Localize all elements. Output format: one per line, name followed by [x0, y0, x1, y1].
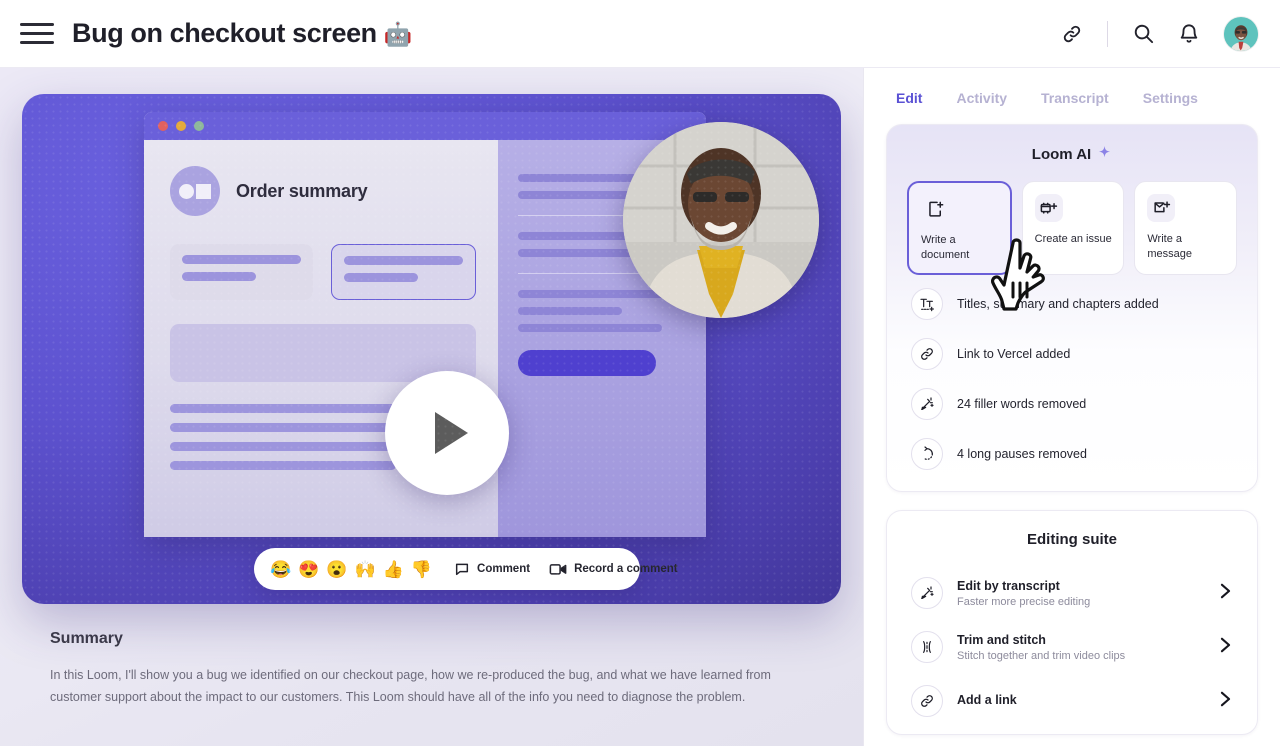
chevron-right-icon	[1220, 637, 1235, 657]
reaction-emoji[interactable]: 🙌	[353, 561, 378, 578]
window-dot-green	[194, 121, 204, 131]
ai-result-label: 4 long pauses removed	[957, 447, 1087, 461]
sparkle-icon	[1097, 145, 1112, 163]
top-bar-actions	[1051, 13, 1258, 55]
chevron-right-icon	[1220, 583, 1235, 603]
document-plus-icon	[921, 195, 949, 223]
refresh-icon	[911, 438, 943, 470]
add-a-link-row[interactable]: Add a link	[907, 674, 1237, 728]
video-camera-icon	[549, 564, 567, 575]
main-split: Order summary 😂 😍 😮 🙌 👍 👎 Comment Record…	[0, 68, 1280, 746]
sidebar-tabs: Edit Activity Transcript Settings	[886, 68, 1258, 124]
trim-and-stitch-text: Trim and stitch Stitch together and trim…	[957, 633, 1206, 662]
bell-icon[interactable]	[1168, 13, 1210, 55]
trim-icon	[911, 631, 943, 663]
top-bar: Bug on checkout screen 🤖	[0, 0, 1280, 68]
text-format-icon	[911, 288, 943, 320]
ai-results-list: Titles, summary and chapters added Link …	[907, 275, 1237, 479]
summary-section: Summary In this Loom, I'll show you a bu…	[22, 604, 841, 708]
loom-ai-title: Loom AI	[907, 145, 1237, 163]
ai-result-titles-summary[interactable]: Titles, summary and chapters added	[907, 279, 1237, 329]
loom-ai-title-text: Loom AI	[1031, 145, 1092, 163]
suite-item-title: Trim and stitch	[957, 632, 1046, 647]
tab-transcript[interactable]: Transcript	[1041, 90, 1109, 106]
ai-result-long-pauses[interactable]: 4 long pauses removed	[907, 429, 1237, 479]
write-a-document-label: Write a document	[921, 234, 970, 261]
create-an-issue-card[interactable]: Create an issue	[1021, 181, 1125, 275]
robot-emoji: 🤖	[383, 21, 413, 47]
tab-activity[interactable]: Activity	[956, 90, 1007, 106]
search-icon[interactable]	[1122, 13, 1164, 55]
window-dot-yellow	[176, 121, 186, 131]
tab-edit[interactable]: Edit	[896, 90, 922, 106]
page-title[interactable]: Bug on checkout screen 🤖	[72, 18, 412, 49]
write-a-document-card[interactable]: Write a document	[907, 181, 1012, 275]
magic-wand-icon	[911, 388, 943, 420]
reaction-emoji[interactable]: 😂	[268, 561, 293, 578]
webcam-bubble	[623, 122, 819, 318]
play-triangle-icon	[435, 412, 468, 454]
hamburger-menu-icon[interactable]	[20, 17, 54, 51]
suite-item-subtitle: Stitch together and trim video clips	[957, 649, 1126, 662]
brand-logo-icon	[170, 166, 220, 216]
page-title-text: Bug on checkout screen	[72, 18, 377, 48]
ai-result-label: Link to Vercel added	[957, 347, 1071, 361]
avatar-illustration	[1224, 17, 1258, 51]
write-a-message-label: Write a message	[1147, 233, 1192, 260]
reaction-bar: 😂 😍 😮 🙌 👍 👎 Comment Record a comment	[254, 548, 678, 590]
chevron-right-icon	[1220, 691, 1235, 711]
link-icon[interactable]	[1051, 13, 1093, 55]
summary-body: In this Loom, I'll show you a bug we ide…	[50, 668, 771, 704]
avatar[interactable]	[1224, 16, 1258, 51]
payment-option-card	[170, 244, 313, 300]
loom-ai-panel: Loom AI Write a document Create an issue…	[886, 124, 1258, 492]
suite-item-title: Add a link	[957, 692, 1017, 707]
summary-heading: Summary	[50, 630, 123, 647]
add-a-link-text: Add a link	[957, 693, 1206, 710]
suite-item-subtitle: Faster more precise editing	[957, 595, 1091, 608]
video-content-area: Order summary 😂 😍 😮 🙌 👍 👎 Comment Record…	[0, 68, 864, 746]
browser-chrome	[144, 112, 706, 140]
play-button[interactable]	[385, 371, 509, 495]
order-summary-title: Order summary	[236, 180, 368, 201]
payment-option-row	[170, 244, 476, 300]
editing-suite-title: Editing suite	[1027, 531, 1117, 548]
reaction-emoji[interactable]: 😍	[296, 561, 321, 578]
sidebar: Edit Activity Transcript Settings Loom A…	[864, 68, 1280, 746]
ai-result-link-added[interactable]: Link to Vercel added	[907, 329, 1237, 379]
ai-action-cards: Write a document Create an issue Write a…	[907, 181, 1238, 311]
record-comment-button[interactable]: Record a comment	[549, 561, 678, 577]
link-icon	[911, 338, 943, 370]
tab-settings[interactable]: Settings	[1143, 90, 1198, 106]
presenter-illustration	[623, 122, 819, 318]
suite-item-title: Edit by transcript	[957, 578, 1060, 593]
edit-by-transcript-text: Edit by transcript Faster more precise e…	[957, 579, 1206, 608]
reaction-emoji[interactable]: 👍	[381, 561, 406, 578]
magic-wand-icon	[911, 577, 943, 609]
create-an-issue-label: Create an issue	[1034, 233, 1112, 245]
video-player[interactable]: Order summary 😂 😍 😮 🙌 👍 👎 Comment Record…	[22, 94, 841, 604]
window-dot-red	[158, 121, 168, 131]
link-plus-icon	[911, 685, 943, 717]
toolbar-divider	[1107, 20, 1108, 47]
ai-result-label: Titles, summary and chapters added	[957, 297, 1159, 311]
ai-result-filler-words[interactable]: 24 filler words removed	[907, 379, 1237, 429]
payment-option-card-selected	[331, 244, 476, 300]
issue-plus-icon	[1034, 194, 1063, 222]
editing-suite-panel: Editing suite Edit by transcript Faster …	[886, 510, 1258, 735]
message-plus-icon	[1147, 194, 1176, 222]
reaction-emoji[interactable]: 😮	[324, 561, 349, 578]
ai-result-label: 24 filler words removed	[957, 397, 1087, 411]
order-summary-header: Order summary	[170, 166, 476, 216]
edit-by-transcript-row[interactable]: Edit by transcript Faster more precise e…	[907, 566, 1237, 620]
checkout-cta-button	[518, 350, 656, 376]
comment-icon	[455, 563, 469, 576]
write-a-message-card[interactable]: Write a message	[1134, 181, 1238, 275]
comment-label: Comment	[477, 563, 531, 575]
record-comment-label: Record a comment	[574, 563, 678, 575]
comment-button[interactable]: Comment	[454, 561, 530, 577]
trim-and-stitch-row[interactable]: Trim and stitch Stitch together and trim…	[907, 620, 1237, 674]
reaction-emoji[interactable]: 👎	[409, 561, 434, 578]
